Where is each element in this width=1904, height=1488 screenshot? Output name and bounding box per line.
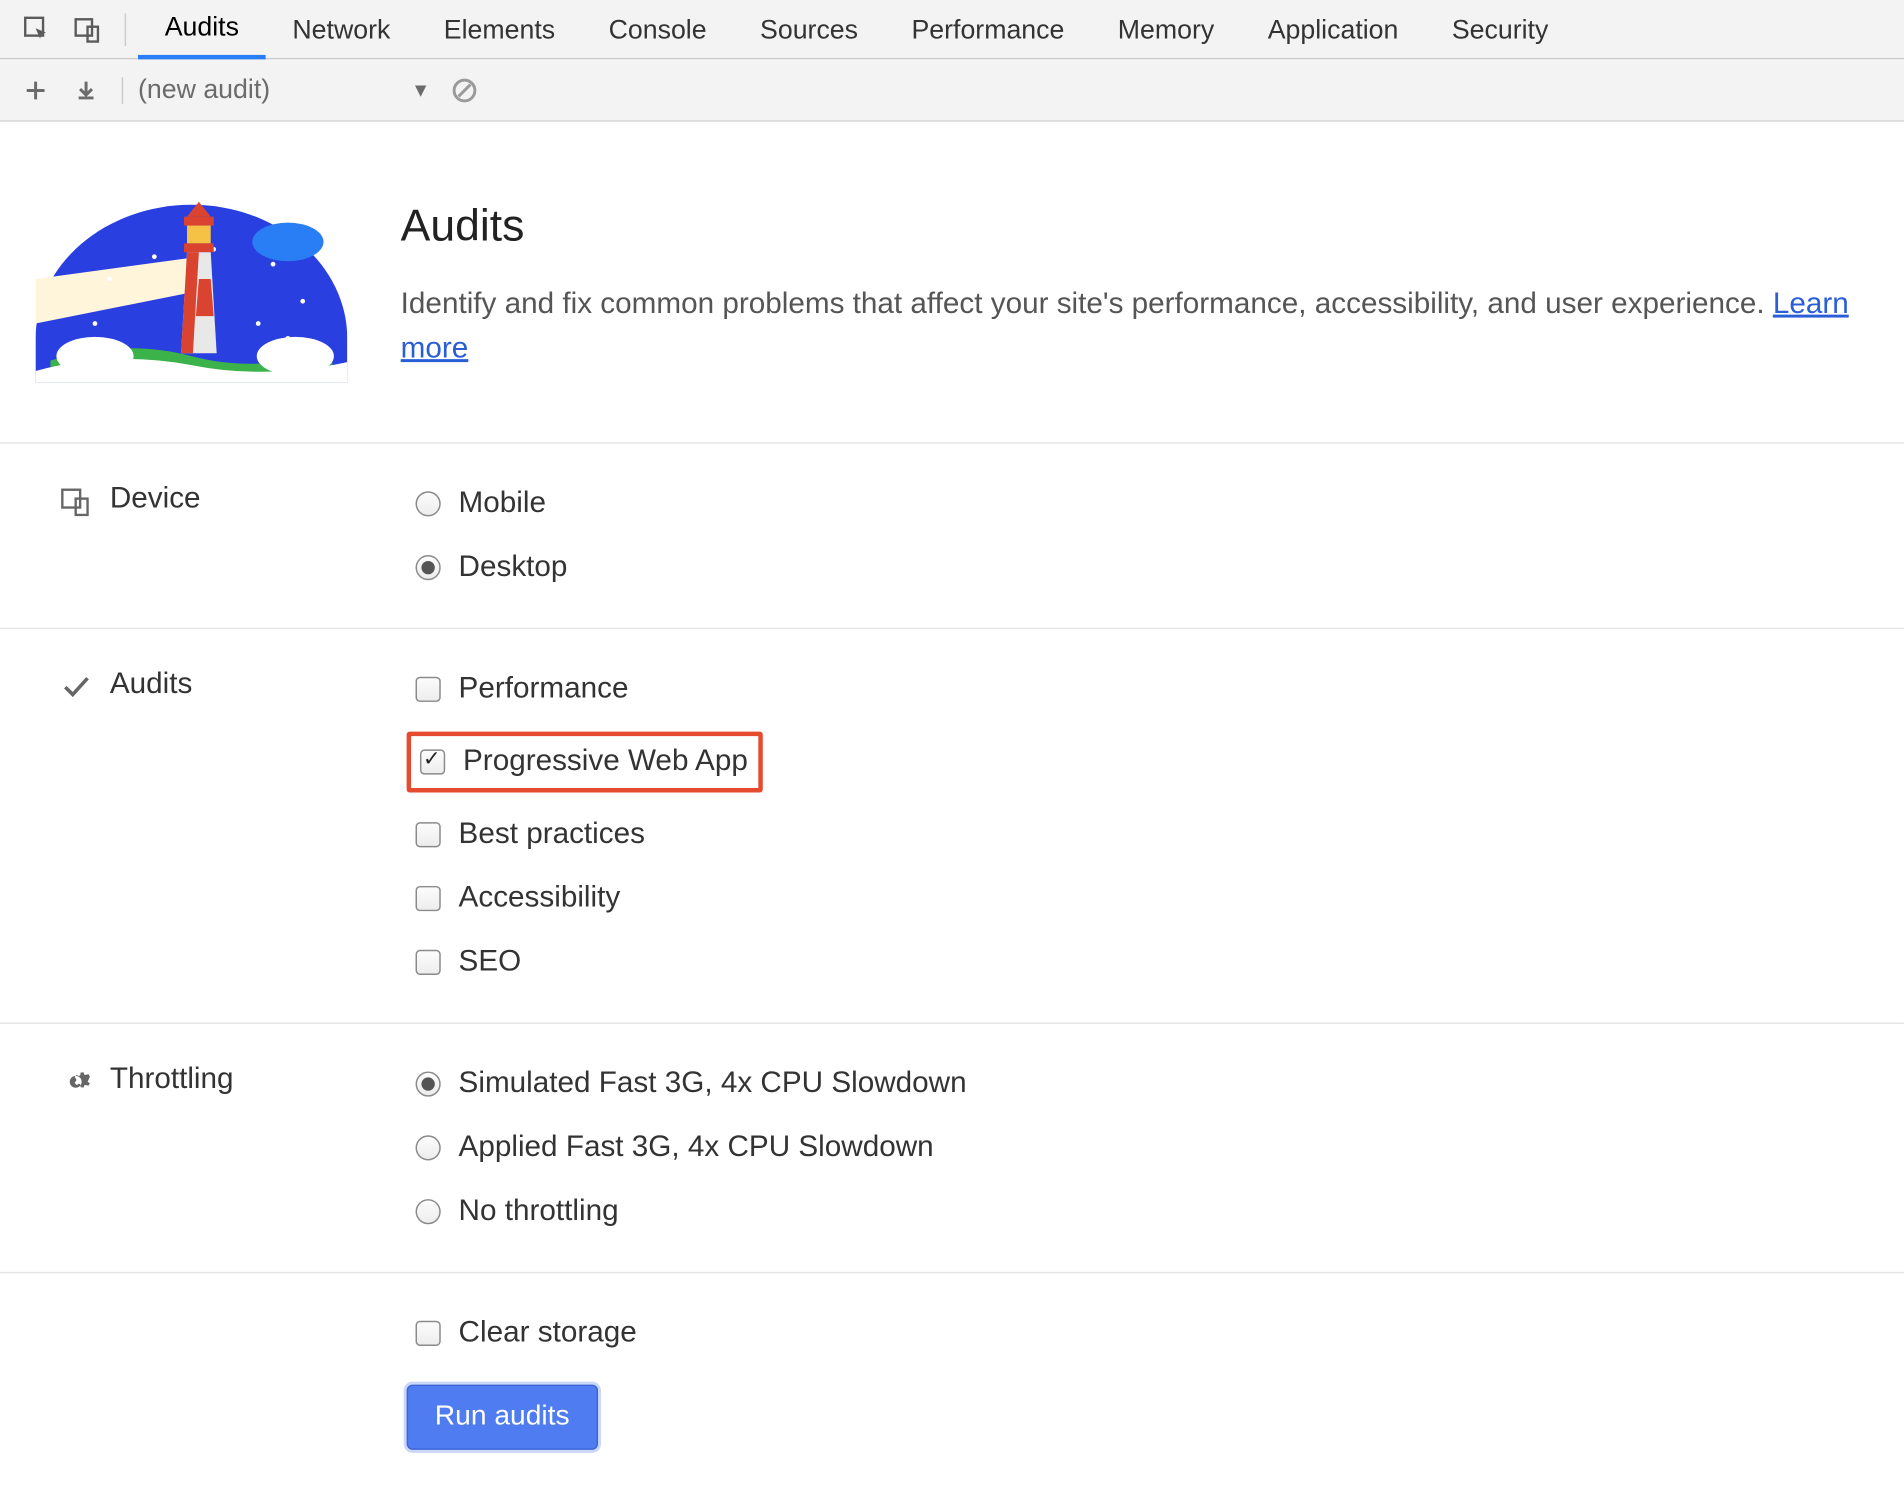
audit-checkbox[interactable] xyxy=(420,749,445,774)
toolbar-separator xyxy=(125,13,126,46)
run-audits-button[interactable]: Run audits xyxy=(407,1385,598,1450)
audit-option-label: Performance xyxy=(459,672,629,706)
throttling-option-label: Applied Fast 3G, 4x CPU Slowdown xyxy=(459,1131,934,1165)
clear-storage-checkbox[interactable] xyxy=(416,1321,441,1346)
tab-sources[interactable]: Sources xyxy=(733,0,884,59)
tab-performance[interactable]: Performance xyxy=(885,0,1091,59)
page-title: Audits xyxy=(401,202,1869,252)
device-toolbar-icon[interactable] xyxy=(62,0,112,59)
throttling-radio[interactable] xyxy=(416,1135,441,1160)
device-radio[interactable] xyxy=(416,555,441,580)
audit-checkbox[interactable] xyxy=(416,950,441,975)
audits-label: Audits xyxy=(110,668,193,702)
gear-icon xyxy=(59,1066,92,1099)
device-section: Device Mobile Desktop xyxy=(0,444,1904,630)
clear-icon[interactable] xyxy=(444,69,486,111)
devtools-tabbar: AuditsNetworkElementsConsoleSourcesPerfo… xyxy=(0,0,1904,59)
tab-audits[interactable]: Audits xyxy=(138,0,266,59)
device-option-label: Mobile xyxy=(459,487,546,521)
tab-memory[interactable]: Memory xyxy=(1091,0,1241,59)
audit-option-performance[interactable]: Performance xyxy=(407,668,1869,711)
tab-console[interactable]: Console xyxy=(582,0,733,59)
device-radio[interactable] xyxy=(416,491,441,516)
clear-storage-label: Clear storage xyxy=(459,1316,637,1350)
audit-option-progressive-web-app[interactable]: Progressive Web App xyxy=(407,732,763,793)
throttling-option-2[interactable]: No throttling xyxy=(407,1190,1869,1233)
download-icon[interactable] xyxy=(65,69,107,111)
tab-security[interactable]: Security xyxy=(1425,0,1575,59)
audit-selector-label: (new audit) xyxy=(138,74,270,105)
audit-checkbox[interactable] xyxy=(416,822,441,847)
audit-option-label: Progressive Web App xyxy=(463,745,748,779)
device-option-mobile[interactable]: Mobile xyxy=(407,482,1869,525)
throttling-option-label: No throttling xyxy=(459,1195,619,1229)
device-option-label: Desktop xyxy=(459,551,568,585)
audits-header: Audits Identify and fix common problems … xyxy=(0,122,1904,444)
audit-option-seo[interactable]: SEO xyxy=(407,941,1869,984)
audit-selector-dropdown[interactable]: (new audit) ▼ xyxy=(138,74,435,105)
audits-sub-toolbar: (new audit) ▼ xyxy=(0,59,1904,121)
lighthouse-logo-icon xyxy=(36,175,348,383)
throttling-label: Throttling xyxy=(110,1063,234,1097)
inspect-element-icon[interactable] xyxy=(12,0,62,59)
throttling-radio[interactable] xyxy=(416,1199,441,1224)
audit-option-label: SEO xyxy=(459,945,522,979)
audits-section: Audits Performance Progressive Web App Bes… xyxy=(0,629,1904,1024)
throttling-option-0[interactable]: Simulated Fast 3G, 4x CPU Slowdown xyxy=(407,1063,1869,1106)
check-icon xyxy=(59,671,92,704)
throttling-option-1[interactable]: Applied Fast 3G, 4x CPU Slowdown xyxy=(407,1126,1869,1169)
device-label: Device xyxy=(110,482,201,516)
tab-network[interactable]: Network xyxy=(266,0,417,59)
tab-application[interactable]: Application xyxy=(1241,0,1425,59)
throttling-section: Throttling Simulated Fast 3G, 4x CPU Slo… xyxy=(0,1024,1904,1273)
throttling-radio[interactable] xyxy=(416,1071,441,1096)
audit-option-label: Accessibility xyxy=(459,881,621,915)
device-icon xyxy=(59,485,92,518)
throttling-option-label: Simulated Fast 3G, 4x CPU Slowdown xyxy=(459,1067,967,1101)
footer-section: Clear storage Run audits xyxy=(0,1273,1904,1488)
audit-option-accessibility[interactable]: Accessibility xyxy=(407,877,1869,920)
audit-option-best-practices[interactable]: Best practices xyxy=(407,813,1869,856)
tab-elements[interactable]: Elements xyxy=(417,0,582,59)
clear-storage-option[interactable]: Clear storage xyxy=(407,1312,1869,1355)
toolbar-separator xyxy=(122,76,123,103)
page-description: Identify and fix common problems that af… xyxy=(401,282,1869,371)
audit-checkbox[interactable] xyxy=(416,677,441,702)
new-audit-icon[interactable] xyxy=(15,69,57,111)
audit-checkbox[interactable] xyxy=(416,886,441,911)
chevron-down-icon: ▼ xyxy=(411,79,430,101)
audit-option-label: Best practices xyxy=(459,818,645,852)
device-option-desktop[interactable]: Desktop xyxy=(407,546,1869,589)
